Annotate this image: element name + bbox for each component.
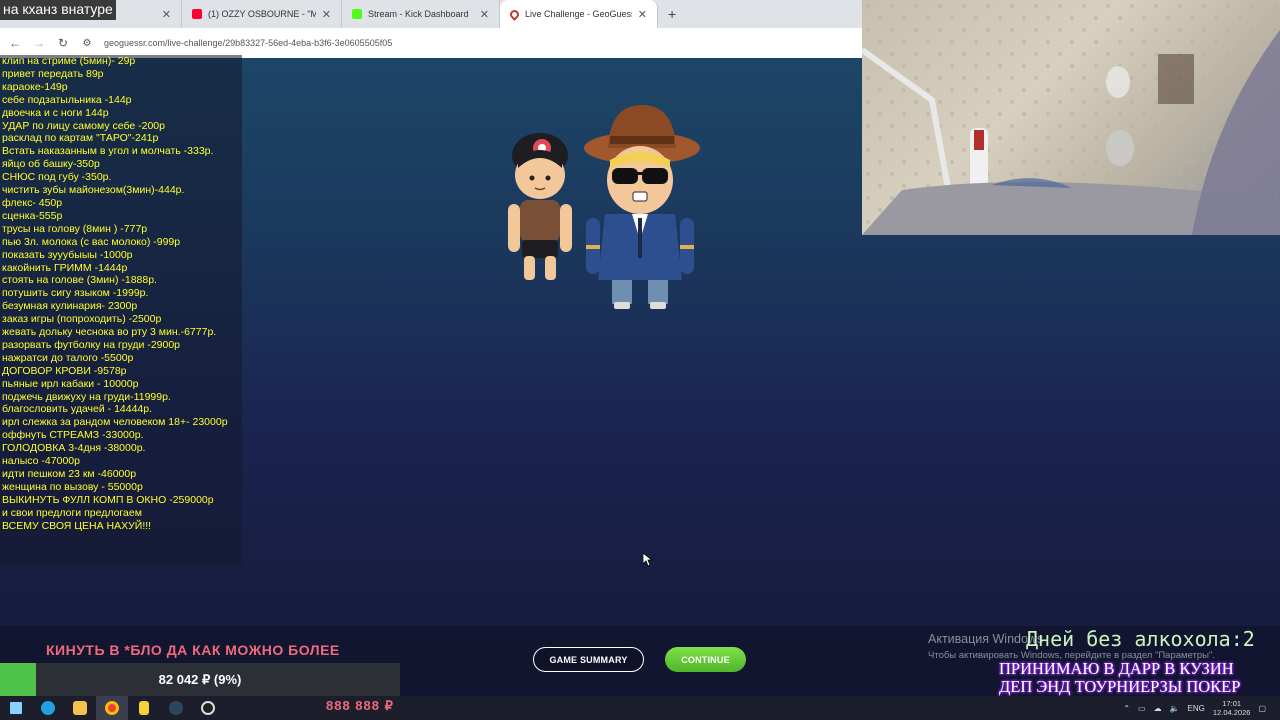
avatars-illustration [508,105,700,309]
donation-item: какойнить ГРИММ -1444р [2,261,128,274]
reload-icon[interactable]: ↻ [56,36,70,50]
donation-item: пьяные ирл кабаки - 10000р [2,377,139,390]
close-icon[interactable]: ✕ [322,8,331,21]
donation-item: и свои предлоги предлогаем [2,506,142,519]
file-explorer-icon[interactable] [64,696,96,720]
donation-item: трусы на голову (8мин ) -777р [2,222,148,235]
donation-item: расклад по картам "ТАРО"-241р [2,132,159,145]
youtube-icon [192,9,202,19]
promo-line: ПРИНИМАЮ В ДАРР В КУЗИН [999,659,1234,678]
donation-item: оффнуть СТРЕАМЗ -33000р. [2,429,144,442]
stream-overlay-title: на кханз внатуре [0,0,116,20]
back-icon[interactable]: ← [8,36,22,50]
webcam-feed [862,0,1280,235]
donation-item: себе подзатыльника -144р [2,93,132,106]
donation-item: флекс- 450р [2,196,63,209]
donation-item: ВЫКИНУТЬ ФУЛЛ КОМП В ОКНО -259000р [2,493,214,506]
tab-youtube[interactable]: (1) OZZY OSBOURNE - "Mama ✕ [182,0,342,28]
forward-icon[interactable]: → [32,36,46,50]
webcam-scene [862,0,1280,235]
windows-taskbar [0,696,1280,720]
game-summary-button[interactable]: GAME SUMMARY [533,647,644,672]
donation-item: сценка-555р [2,209,63,222]
donation-item: жевать дольку чеснока во рту 3 мин.-6777… [2,326,217,339]
steam-icon[interactable] [160,696,192,720]
donation-item: женщина по вызову - 55000р [2,480,143,493]
donation-goal-label: КИНУТЬ В *БЛО ДА КАК МОЖНО БОЛЕЕ [46,642,340,658]
donation-item: двоечка и с ноги 144р [2,106,109,119]
close-icon[interactable]: ✕ [480,8,489,21]
address-bar: ← → ↻ ⚙ geoguessr.com/live-challenge/29b… [0,28,862,58]
mouse-cursor-icon [643,553,653,567]
donation-item: яйцо об башку-350р [2,158,100,171]
edge-icon[interactable] [32,696,64,720]
tab-title: Live Challenge - GeoGuessr [525,9,632,19]
browser-tab-bar: ✕ (1) OZZY OSBOURNE - "Mama ✕ Stream - K… [0,0,862,28]
donation-item: ГОЛОДОВКА 3-4дня -38000р. [2,442,146,455]
new-tab-button[interactable]: + [658,0,686,28]
donation-item: нажратси до талого -5500р [2,351,134,364]
chevron-up-icon[interactable]: ⌃ [1123,704,1130,713]
donation-item: заказ игры (попроходить) -2500р [2,313,162,326]
url-input[interactable]: geoguessr.com/live-challenge/29b83327-56… [104,38,392,48]
clock-time: 17:01 [1222,699,1242,708]
promo-text: ПРИНИМАЮ В ДАРР В КУЗИН ДЕП ЭНД ТОУРНИЕР… [999,660,1280,696]
tab-title: (1) OZZY OSBOURNE - "Mama [208,9,316,19]
tab-kick[interactable]: Stream - Kick Dashboard ✕ [342,0,500,28]
start-icon[interactable] [0,696,32,720]
continue-button[interactable]: CONTINUE [665,647,746,672]
donation-item: показать зууубыыы -1000р [2,248,133,261]
avatar-kid [508,133,572,280]
donation-item: потушить сигу языком -1999р. [2,287,149,300]
donation-item: СНЮС под губу -350р. [2,171,112,184]
chrome-icon[interactable] [96,696,128,720]
close-icon[interactable]: ✕ [162,8,171,21]
donation-item: Встать наказанным в угол и молчать -333р… [2,145,214,158]
kick-icon [352,9,362,19]
notifications-icon[interactable]: ▢ [1258,704,1266,713]
donation-goal-progress: 82 042 ₽ (9%) [0,663,400,696]
obs-icon[interactable] [192,696,224,720]
donation-item: стоять на голове (3мин) -1888р. [2,274,157,287]
balance-counter: 888 888 ₽ [326,698,394,713]
donation-item: идти пешком 23 км -46000р [2,468,137,480]
donation-item: ирл слежка за рандом человеком 18+- 2300… [2,416,228,429]
clock-date: 12.04.2026 [1212,708,1251,717]
tab-geoguessr[interactable]: Live Challenge - GeoGuessr ✕ [500,0,658,28]
donation-item: благословить удачей - 14444р. [2,403,153,416]
volume-icon[interactable]: 🔈 [1170,704,1180,713]
donation-item: налысо -47000р [2,455,80,468]
donation-item: УДАР по лицу самому себе -200р [2,119,165,132]
language-indicator[interactable]: ENG [1188,704,1205,713]
donation-item: ВСЕМУ СВОЯ ЦЕНА НАХУЙ!!! [2,519,152,532]
donation-item: привет передать 89р [2,67,104,80]
close-icon[interactable]: ✕ [638,8,647,21]
donation-item: клип на стриме (5мин)- 29р [2,55,136,67]
promo-line: ДЕП ЭНД ТОУРНИЕРЗЫ ПОКЕР [999,677,1241,696]
donation-item: ДОГОВОР КРОВИ -9578р [2,364,127,377]
site-info-icon[interactable]: ⚙ [80,38,94,49]
cloud-icon[interactable]: ☁ [1154,704,1162,713]
network-icon[interactable]: ▭ [1138,704,1146,713]
donation-item: разорвать футболку на груди -2900р [2,338,181,351]
clock[interactable]: 17:01 12.04.2026 [1213,699,1251,717]
app-icon[interactable] [128,696,160,720]
avatar-cowboy [584,105,700,309]
progress-text: 82 042 ₽ (9%) [158,671,242,687]
donation-item: караоке-149р [2,80,68,93]
donation-item: чистить зубы майонезом(3мин)-444р. [2,184,185,197]
donation-price-list: клип на стриме (5мин)- 29р привет передат… [0,55,242,566]
days-counter: Дней без алкохола:2 [1026,627,1255,651]
donation-item: пью 3л. молока (с вас молоко) -999р [2,235,181,248]
donation-item: безумная кулинария- 2300р [2,300,138,313]
donation-item: поджечь движуху на груди-11999р. [2,390,171,403]
map-pin-icon [508,7,521,21]
tab-title: Stream - Kick Dashboard [368,9,469,19]
system-tray: ⌃ ▭ ☁ 🔈 ENG 17:01 12.04.2026 ▢ [1123,696,1280,720]
